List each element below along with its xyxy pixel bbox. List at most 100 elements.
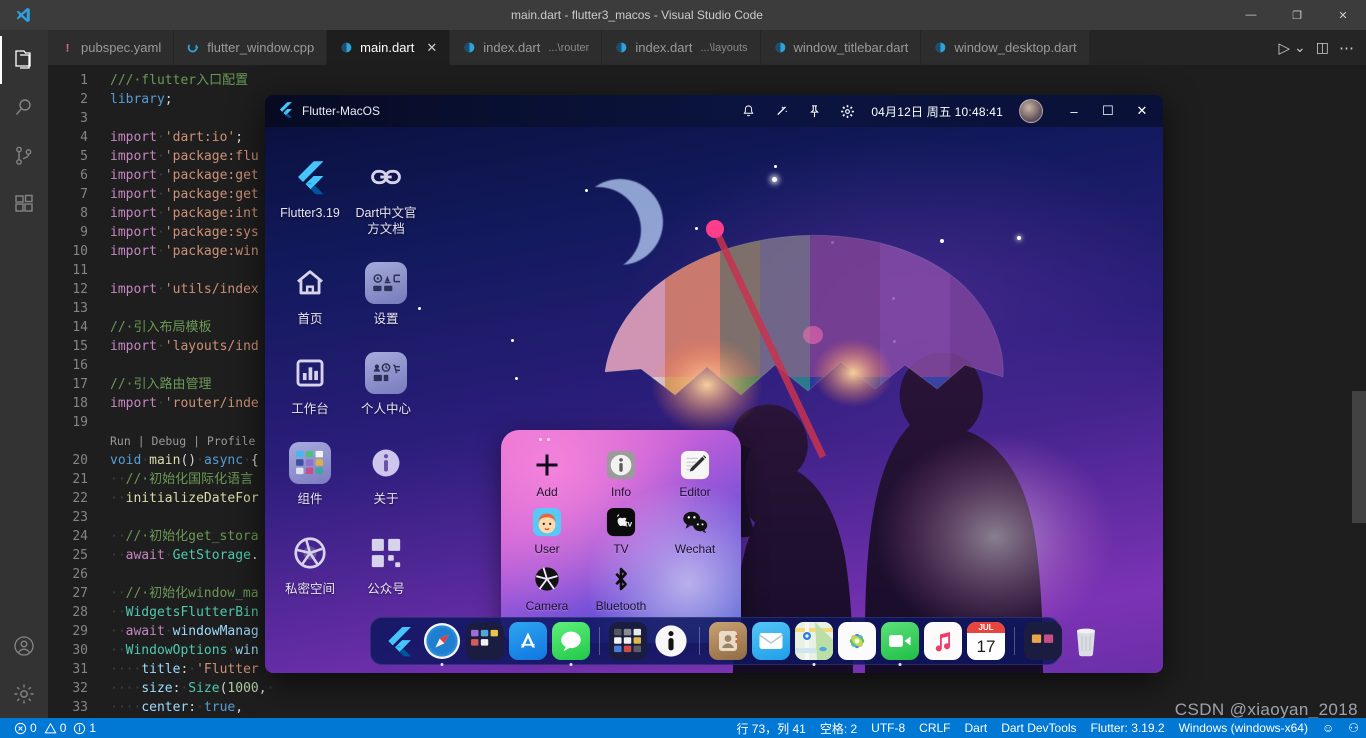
status-flutter-version[interactable]: Flutter: 3.19.2 bbox=[1084, 718, 1172, 738]
minimize-button[interactable]: — bbox=[1228, 0, 1274, 30]
settings-tile-icon bbox=[364, 261, 408, 305]
bluetooth-icon bbox=[604, 562, 638, 596]
dock-item-utilities[interactable] bbox=[609, 622, 647, 660]
line-number: 32 bbox=[72, 681, 88, 696]
tab-label: index.dart bbox=[483, 40, 541, 55]
dock-item-photos[interactable] bbox=[838, 622, 876, 660]
bell-icon[interactable] bbox=[741, 104, 756, 119]
status-encoding[interactable]: UTF-8 bbox=[864, 718, 912, 738]
dock-item-contacts[interactable] bbox=[709, 622, 747, 660]
star bbox=[515, 377, 518, 380]
desktop-icon-workbench[interactable]: 工作台 bbox=[279, 351, 341, 417]
status-eol[interactable]: CRLF bbox=[912, 718, 957, 738]
desktop-icon-components[interactable]: 组件 bbox=[279, 441, 341, 507]
split-editor-button[interactable]: ◫ bbox=[1316, 39, 1329, 56]
desktop-icon-user-center[interactable]: 个人中心 bbox=[355, 351, 417, 417]
pin-icon[interactable] bbox=[807, 104, 822, 119]
line-number: 21 bbox=[72, 472, 88, 487]
dock-item-safari[interactable] bbox=[423, 622, 461, 666]
app-close-button[interactable]: ✕ bbox=[1125, 95, 1159, 127]
desktop-icon-settings[interactable]: 设置 bbox=[355, 261, 417, 327]
line-number: 10 bbox=[72, 244, 88, 259]
sidebar-item-search[interactable] bbox=[0, 84, 48, 132]
tab-path: ...\layouts bbox=[700, 41, 748, 54]
editor-scrollbar-track[interactable] bbox=[1352, 130, 1366, 718]
desktop-icon-label: 私密空间 bbox=[284, 582, 335, 596]
tab-main-dart[interactable]: main.dart ✕ bbox=[327, 30, 451, 65]
dock-item-app-store[interactable] bbox=[509, 622, 547, 660]
yaml-icon: ! bbox=[60, 40, 75, 55]
sidebar-item-extensions[interactable] bbox=[0, 180, 48, 228]
gear-icon[interactable] bbox=[840, 104, 855, 119]
tab-close-button[interactable]: ✕ bbox=[426, 41, 437, 54]
status-dart-devtools[interactable]: Dart DevTools bbox=[994, 718, 1083, 738]
launchpad-app-editor[interactable]: Editor bbox=[659, 448, 731, 499]
sidebar-item-source-control[interactable] bbox=[0, 132, 48, 180]
launchpad-app-tv[interactable]: tv TV bbox=[585, 505, 657, 556]
dock-item-facetime[interactable] bbox=[881, 622, 919, 666]
sidebar-item-explorer[interactable] bbox=[0, 36, 48, 84]
page-dot[interactable] bbox=[539, 438, 542, 441]
desktop-icon-home[interactable]: 首页 bbox=[279, 261, 341, 327]
tab-index-dart-layouts[interactable]: index.dart ...\layouts bbox=[602, 30, 761, 65]
app-brand-label: Flutter-MacOS bbox=[302, 104, 381, 118]
error-icon bbox=[14, 722, 27, 734]
launchpad-app-wechat[interactable]: Wechat bbox=[659, 505, 731, 556]
desktop-icon-flutter[interactable]: Flutter3.19 bbox=[279, 155, 341, 237]
dock-item-maps[interactable] bbox=[795, 622, 833, 666]
dock-item-flutter[interactable] bbox=[380, 622, 418, 660]
magic-wand-icon[interactable] bbox=[774, 104, 789, 119]
desktop-icon-dart-docs[interactable]: Dart中文官方文档 bbox=[355, 155, 417, 237]
tab-index-dart-router[interactable]: index.dart ...\router bbox=[450, 30, 603, 65]
tab-window-titlebar-dart[interactable]: window_titlebar.dart bbox=[760, 30, 922, 65]
launchpad-app-info[interactable]: Info bbox=[585, 448, 657, 499]
close-button[interactable]: ✕ bbox=[1320, 0, 1366, 30]
status-notifications-icon[interactable]: ⚇ bbox=[1341, 718, 1366, 738]
editor-scrollbar-thumb[interactable] bbox=[1352, 391, 1366, 523]
dock-item-calendar[interactable]: JUL 17 bbox=[967, 622, 1005, 660]
sidebar-item-settings[interactable] bbox=[0, 670, 48, 718]
launchpad-app-add[interactable]: Add bbox=[511, 448, 583, 499]
launchpad-panel[interactable]: Add Info Editor User tv TV Wechat Camera… bbox=[501, 430, 741, 643]
more-actions-button[interactable]: ⋯ bbox=[1339, 39, 1354, 57]
page-dot[interactable] bbox=[547, 438, 550, 441]
launchpad-app-bluetooth[interactable]: Bluetooth bbox=[585, 562, 657, 613]
flutter-macos-window[interactable]: Flutter-MacOS 04月12日 周五 10:48:41 – ☐ ✕ F… bbox=[265, 95, 1163, 673]
dock-item-music[interactable] bbox=[924, 622, 962, 660]
tab-pubspec-yaml[interactable]: ! pubspec.yaml bbox=[48, 30, 175, 65]
status-cursor-position[interactable]: 行 73，列 41 bbox=[729, 718, 812, 738]
chevron-down-icon[interactable]: ⌄ bbox=[1294, 39, 1306, 56]
launchpad-app-user[interactable]: User bbox=[511, 505, 583, 556]
status-target-platform[interactable]: Windows (windows-x64) bbox=[1172, 718, 1315, 738]
dock-item-folder[interactable] bbox=[1024, 622, 1062, 660]
cpp-icon bbox=[186, 40, 201, 55]
line-number: 18 bbox=[72, 396, 88, 411]
desktop-icon-row: 首页 设置 bbox=[279, 261, 419, 327]
facetime-icon bbox=[881, 622, 919, 660]
desktop-icon-private-space[interactable]: 私密空间 bbox=[279, 531, 341, 597]
status-bar-left: 0 0 1 bbox=[0, 718, 102, 738]
app-maximize-button[interactable]: ☐ bbox=[1091, 95, 1125, 127]
status-language-mode[interactable]: Dart bbox=[958, 718, 995, 738]
avatar[interactable] bbox=[1019, 99, 1043, 123]
about-info-icon bbox=[364, 441, 408, 485]
dock-item-messages[interactable] bbox=[552, 622, 590, 666]
tab-flutter-window-cpp[interactable]: flutter_window.cpp bbox=[174, 30, 328, 65]
desktop-icon-about[interactable]: 关于 bbox=[355, 441, 417, 507]
restore-button[interactable]: ❐ bbox=[1274, 0, 1320, 30]
dock-item-mail[interactable] bbox=[752, 622, 790, 660]
status-feedback-icon[interactable]: ☺ bbox=[1315, 718, 1341, 738]
tab-list: ! pubspec.yaml flutter_window.cpp main.d… bbox=[48, 30, 1266, 65]
launchpad-app-camera[interactable]: Camera bbox=[511, 562, 583, 613]
app-minimize-button[interactable]: – bbox=[1057, 95, 1091, 127]
status-indentation[interactable]: 空格: 2 bbox=[813, 718, 864, 738]
desktop-icon-wechat-public[interactable]: 公众号 bbox=[355, 531, 417, 597]
sidebar-item-account[interactable] bbox=[0, 622, 48, 670]
user-center-tile-icon bbox=[364, 351, 408, 395]
dock-item-info[interactable] bbox=[652, 622, 690, 660]
dock-item-launchpad[interactable] bbox=[466, 622, 504, 660]
status-problems[interactable]: 0 0 1 bbox=[8, 718, 102, 738]
run-button[interactable]: ▷ bbox=[1278, 39, 1290, 57]
dock-item-trash[interactable] bbox=[1067, 622, 1105, 660]
tab-window-desktop-dart[interactable]: window_desktop.dart bbox=[921, 30, 1090, 65]
